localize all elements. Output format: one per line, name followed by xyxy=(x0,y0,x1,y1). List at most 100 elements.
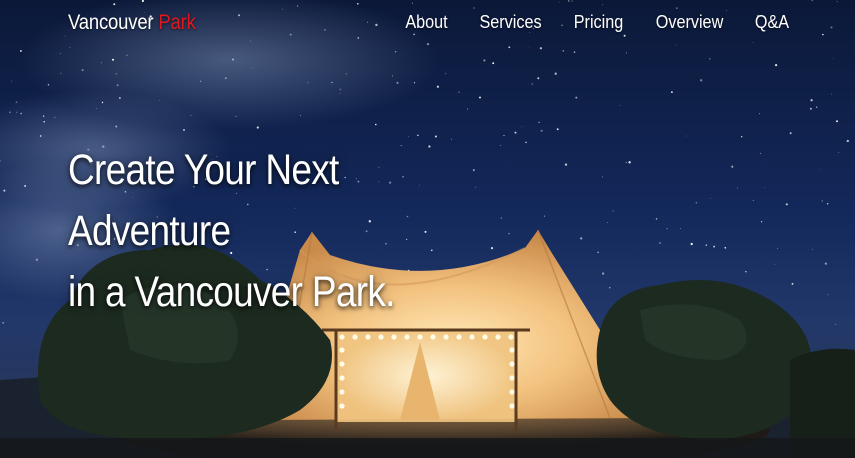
hero-headline-line-1: Create Your Next xyxy=(68,146,339,194)
star xyxy=(575,96,578,99)
star xyxy=(408,136,410,138)
hero-headline: Create Your Next Adventure in a Vancouve… xyxy=(68,140,395,323)
hero-headline-line-3: in a Vancouver Park. xyxy=(68,268,395,316)
star xyxy=(256,126,259,129)
nav-link-overview[interactable]: Overview xyxy=(656,12,724,33)
star xyxy=(126,54,128,56)
star xyxy=(531,83,533,85)
star xyxy=(111,58,115,61)
star xyxy=(402,175,404,178)
star xyxy=(11,80,12,82)
star xyxy=(418,184,420,186)
star xyxy=(564,163,568,166)
star xyxy=(609,287,611,289)
star xyxy=(35,258,39,261)
star xyxy=(478,96,482,99)
star xyxy=(573,51,576,53)
string-light xyxy=(509,347,515,353)
star xyxy=(556,128,559,131)
star xyxy=(339,88,342,91)
string-light xyxy=(339,334,345,340)
star xyxy=(521,126,523,128)
star xyxy=(514,131,517,134)
star xyxy=(612,210,614,212)
star xyxy=(607,222,608,223)
star xyxy=(183,128,185,131)
star xyxy=(709,197,711,199)
string-light xyxy=(352,334,358,340)
star xyxy=(235,115,237,117)
star xyxy=(774,63,778,67)
star xyxy=(391,75,393,77)
string-light xyxy=(482,334,488,340)
star xyxy=(81,69,84,72)
nav-link-about[interactable]: About xyxy=(405,12,447,33)
string-light xyxy=(339,389,345,395)
star xyxy=(59,52,61,54)
star xyxy=(508,232,510,235)
brand-logo-link[interactable]: Vancouver Park xyxy=(68,11,196,35)
star xyxy=(39,135,42,137)
star xyxy=(597,251,599,254)
string-light xyxy=(404,334,410,340)
nav-link-qa[interactable]: Q&A xyxy=(755,12,789,33)
star xyxy=(428,145,431,148)
star xyxy=(15,101,18,104)
star xyxy=(752,200,754,201)
star xyxy=(690,242,693,246)
star xyxy=(695,201,698,204)
star xyxy=(190,115,192,117)
star xyxy=(846,139,849,143)
brand-name-primary: Vancouver xyxy=(68,11,154,34)
string-light xyxy=(443,334,449,340)
star xyxy=(158,99,160,101)
star xyxy=(475,186,477,188)
star xyxy=(816,106,818,108)
star xyxy=(760,221,763,223)
star xyxy=(832,58,834,60)
star xyxy=(95,107,97,109)
string-light xyxy=(509,389,515,395)
string-light xyxy=(508,334,514,340)
brand-name-accent: Park xyxy=(158,11,196,34)
star xyxy=(492,62,495,65)
star xyxy=(116,84,119,87)
nav-link-pricing[interactable]: Pricing xyxy=(574,12,624,33)
star xyxy=(834,324,836,326)
star xyxy=(619,105,621,106)
star xyxy=(3,189,6,192)
star xyxy=(789,132,792,135)
star xyxy=(671,91,673,93)
star xyxy=(820,169,821,171)
star xyxy=(625,161,627,163)
string-light xyxy=(469,334,475,340)
star xyxy=(503,135,505,137)
nav-menu: About Services Pricing Overview Q&A xyxy=(403,12,791,33)
star xyxy=(413,82,416,84)
star xyxy=(43,121,45,123)
star xyxy=(224,77,227,80)
string-light xyxy=(509,361,515,367)
star xyxy=(467,108,469,110)
star xyxy=(731,165,734,168)
star xyxy=(115,73,118,75)
star xyxy=(406,215,409,218)
star xyxy=(20,112,23,115)
star xyxy=(199,80,202,82)
star xyxy=(300,115,302,116)
star xyxy=(831,93,832,95)
star xyxy=(339,93,341,94)
nav-link-services[interactable]: Services xyxy=(479,12,541,33)
string-light xyxy=(495,334,501,340)
star xyxy=(538,121,540,123)
star xyxy=(562,49,565,52)
landing-page: Vancouver Park About Services Pricing Ov… xyxy=(0,0,855,458)
star xyxy=(483,59,486,62)
star xyxy=(119,97,121,99)
string-light xyxy=(509,375,515,381)
star xyxy=(655,218,658,220)
star xyxy=(16,111,18,113)
string-light xyxy=(417,334,423,340)
star xyxy=(709,58,711,60)
star xyxy=(54,116,56,118)
